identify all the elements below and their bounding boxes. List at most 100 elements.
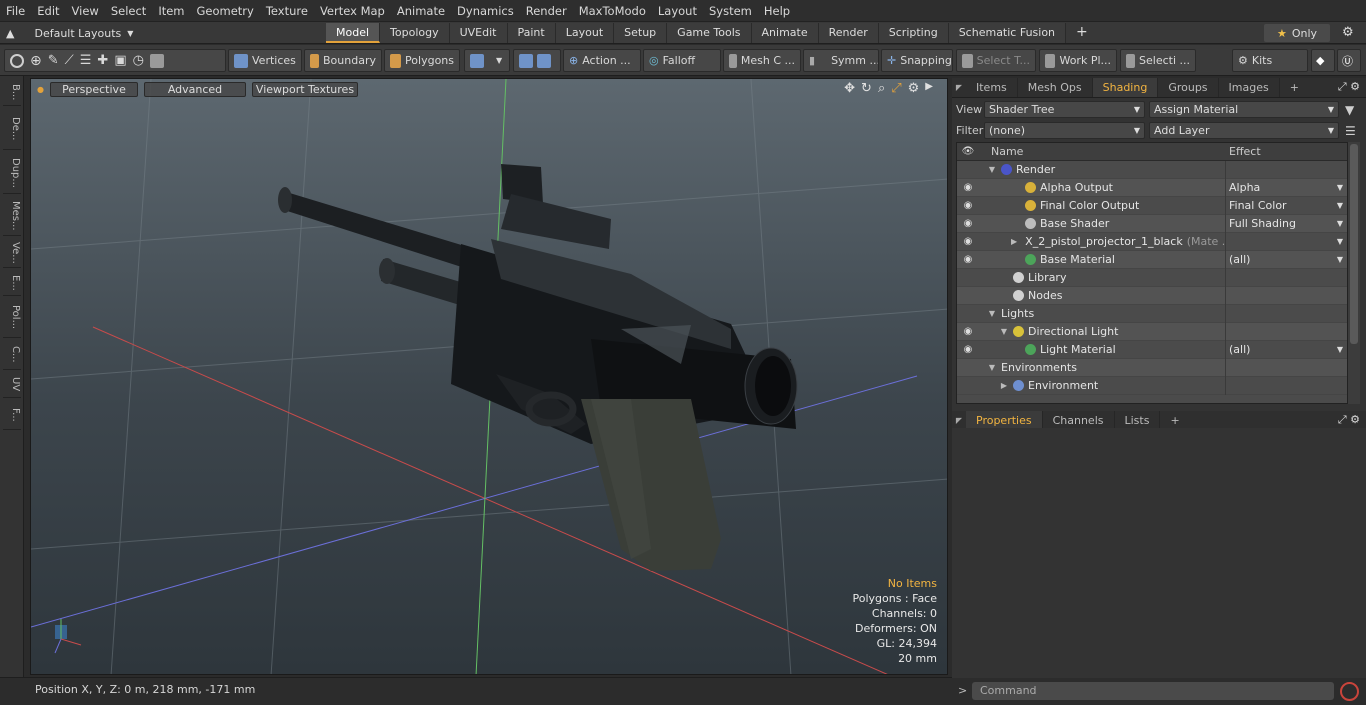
add-layer-select[interactable]: Add Layer — [1149, 122, 1339, 139]
perspective-button[interactable]: Perspective — [49, 81, 138, 97]
filter-icon[interactable]: ▼ — [1345, 103, 1354, 117]
shader-tree-row[interactable]: Nodes — [957, 286, 1347, 305]
panel-corner-icon[interactable]: ◤ — [952, 416, 966, 425]
view-select[interactable]: Shader Tree — [984, 101, 1145, 118]
left-tab[interactable]: Pol... — [3, 298, 21, 338]
chevron-down-icon[interactable]: ▼ — [1337, 179, 1343, 197]
layer-effect[interactable]: Final Color ▼ — [1225, 196, 1345, 215]
polygons-button[interactable]: Polygons — [384, 49, 460, 72]
globe-icon[interactable]: ⊕ — [30, 53, 42, 69]
effect-column-header[interactable]: Effect — [1225, 145, 1261, 158]
action-button[interactable]: ⊕ Action ... — [563, 49, 641, 72]
assign-material-select[interactable]: Assign Material — [1149, 101, 1339, 118]
left-tab[interactable]: Ve... — [3, 238, 21, 268]
shader-tree-row[interactable]: ◉ Base Material (all) ▼ — [957, 250, 1347, 269]
shader-tree-row[interactable]: ◉ Light Material (all) ▼ — [957, 340, 1347, 359]
sphere-alt-icon[interactable] — [537, 53, 551, 68]
layer-effect[interactable]: Alpha ▼ — [1225, 178, 1345, 197]
shader-tree-row[interactable]: ◉ Final Color Output Final Color ▼ — [957, 196, 1347, 215]
menu-item[interactable]: Texture — [260, 0, 314, 22]
panel-tab-images[interactable]: Images — [1219, 78, 1280, 97]
panel-tab-mesh-ops[interactable]: Mesh Ops — [1018, 78, 1093, 97]
visibility-eye-icon[interactable]: ◉ — [957, 218, 979, 229]
expand-icon[interactable]: ⤢ — [1338, 80, 1347, 93]
layer-effect[interactable]: Full Shading ▼ — [1225, 214, 1345, 233]
play-icon[interactable]: ▶ — [925, 81, 933, 96]
shader-tree-row[interactable]: ◉ Alpha Output Alpha ▼ — [957, 178, 1347, 197]
tab-layout[interactable]: Layout — [555, 23, 615, 43]
select-through-button[interactable]: Select T... — [956, 49, 1036, 72]
shader-tree-row[interactable]: ▶ Environment — [957, 376, 1347, 395]
menu-item[interactable]: Vertex Map — [314, 0, 391, 22]
left-tab[interactable]: Dup... — [3, 152, 21, 194]
unity-button[interactable]: ◆ — [1311, 49, 1335, 72]
square-icon[interactable]: ▣ — [114, 53, 126, 68]
tab--[interactable]: + — [1066, 23, 1098, 43]
menu-item[interactable]: View — [66, 0, 105, 22]
shader-tree-row[interactable]: ◉ ▶ X_2_pistol_projector_1_black(Mate ... ▼ — [957, 232, 1347, 251]
tab-render[interactable]: Render — [818, 23, 879, 43]
menu-item[interactable]: Help — [758, 0, 796, 22]
expand-arrow-icon[interactable]: ▼ — [987, 363, 997, 372]
panel-tab-shading[interactable]: Shading — [1092, 78, 1159, 97]
panel-tab--[interactable]: + — [1280, 78, 1309, 97]
shader-tree-row[interactable]: ▼ Environments — [957, 358, 1347, 377]
falloff-button[interactable]: ◎ Falloff — [643, 49, 721, 72]
shader-tree-row[interactable]: ▼ Render — [957, 160, 1347, 179]
chevron-down-icon[interactable]: ▼ — [1337, 341, 1343, 359]
expand-arrow-icon[interactable]: ▼ — [987, 309, 997, 318]
left-tab[interactable]: F... — [3, 400, 21, 430]
menu-item[interactable]: File — [0, 0, 31, 22]
left-tab[interactable]: B... — [3, 80, 21, 106]
layer-effect[interactable]: ▼ — [1225, 232, 1345, 251]
chevron-down-icon[interactable]: ▼ — [1337, 251, 1343, 269]
panel-gear-icon[interactable]: ⚙ — [1350, 80, 1360, 93]
move-icon[interactable]: ✥ — [844, 81, 855, 96]
expand-arrow-icon[interactable]: ▶ — [999, 381, 1009, 390]
expand-arrow-icon[interactable]: ▼ — [987, 165, 997, 174]
pen-icon[interactable]: ✎ — [48, 53, 59, 68]
record-icon[interactable] — [1340, 682, 1359, 701]
visibility-eye-icon[interactable]: ◉ — [957, 236, 979, 247]
left-tab[interactable]: C... — [3, 340, 21, 370]
visibility-eye-icon[interactable]: ◉ — [957, 344, 979, 355]
shader-tree-row[interactable]: Library — [957, 268, 1347, 287]
layer-effect[interactable]: (all) ▼ — [1225, 250, 1345, 269]
viewport-settings-icon[interactable]: ⚙ — [908, 81, 920, 96]
tab-scripting[interactable]: Scripting — [878, 23, 949, 43]
align-icon[interactable]: ☰ — [80, 53, 92, 68]
visibility-eye-icon[interactable]: ◉ — [957, 182, 979, 193]
left-tab[interactable]: UV — [3, 372, 21, 398]
left-tab[interactable]: Mes... — [3, 196, 21, 236]
expand-arrow-icon[interactable]: ▼ — [999, 327, 1009, 336]
shader-tree-row[interactable]: ◉ Base Shader Full Shading ▼ — [957, 214, 1347, 233]
work-plane-button[interactable]: Work Pl... — [1039, 49, 1117, 72]
viewport-textures-button[interactable]: Viewport Textures — [251, 81, 358, 97]
layout-selector[interactable]: ▲ Default Layouts ▼ — [6, 24, 133, 42]
item-mode-button[interactable]: ▼ — [464, 49, 510, 72]
crosshair-icon[interactable]: ✚ — [97, 53, 108, 68]
tree-scroll-thumb[interactable] — [1350, 144, 1358, 344]
menu-item[interactable]: Select — [105, 0, 152, 22]
panel-tab-groups[interactable]: Groups — [1158, 78, 1219, 97]
tab-paint[interactable]: Paint — [507, 23, 556, 43]
gear-icon[interactable]: ⚙ — [1342, 25, 1354, 40]
menu-item[interactable]: Animate — [391, 0, 451, 22]
panel-tab-items[interactable]: Items — [966, 78, 1018, 97]
visibility-eye-icon[interactable]: ◉ — [957, 200, 979, 211]
visibility-eye-icon[interactable]: ◉ — [957, 326, 979, 337]
menu-item[interactable]: Layout — [652, 0, 703, 22]
rotate-icon[interactable]: ↻ — [861, 81, 872, 96]
shield-icon[interactable] — [149, 53, 164, 68]
menu-item[interactable]: Dynamics — [451, 0, 520, 22]
tab-game-tools[interactable]: Game Tools — [667, 23, 752, 43]
menu-item[interactable]: Item — [152, 0, 190, 22]
panel-corner-icon[interactable]: ◤ — [952, 83, 966, 92]
kits-button[interactable]: ⚙ Kits — [1232, 49, 1308, 72]
left-tab[interactable]: De... — [3, 108, 21, 150]
menu-item[interactable]: Edit — [31, 0, 65, 22]
list-options-icon[interactable]: ☰ — [1345, 124, 1356, 138]
only-button[interactable]: ★ Only — [1264, 24, 1330, 42]
brush-icon[interactable]: ⟋ — [65, 53, 74, 68]
tab-uvedit[interactable]: UVEdit — [449, 23, 508, 43]
